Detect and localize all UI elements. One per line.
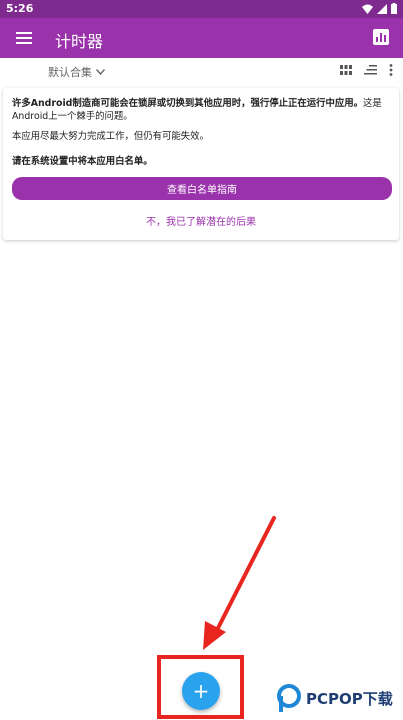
watermark: PCPOP下载 [276,684,393,712]
annotation-arrow [203,516,276,650]
watermark-logo-icon [277,684,301,712]
add-timer-button[interactable]: + [182,672,220,710]
watermark-text: PCPOP下载 [306,689,393,708]
